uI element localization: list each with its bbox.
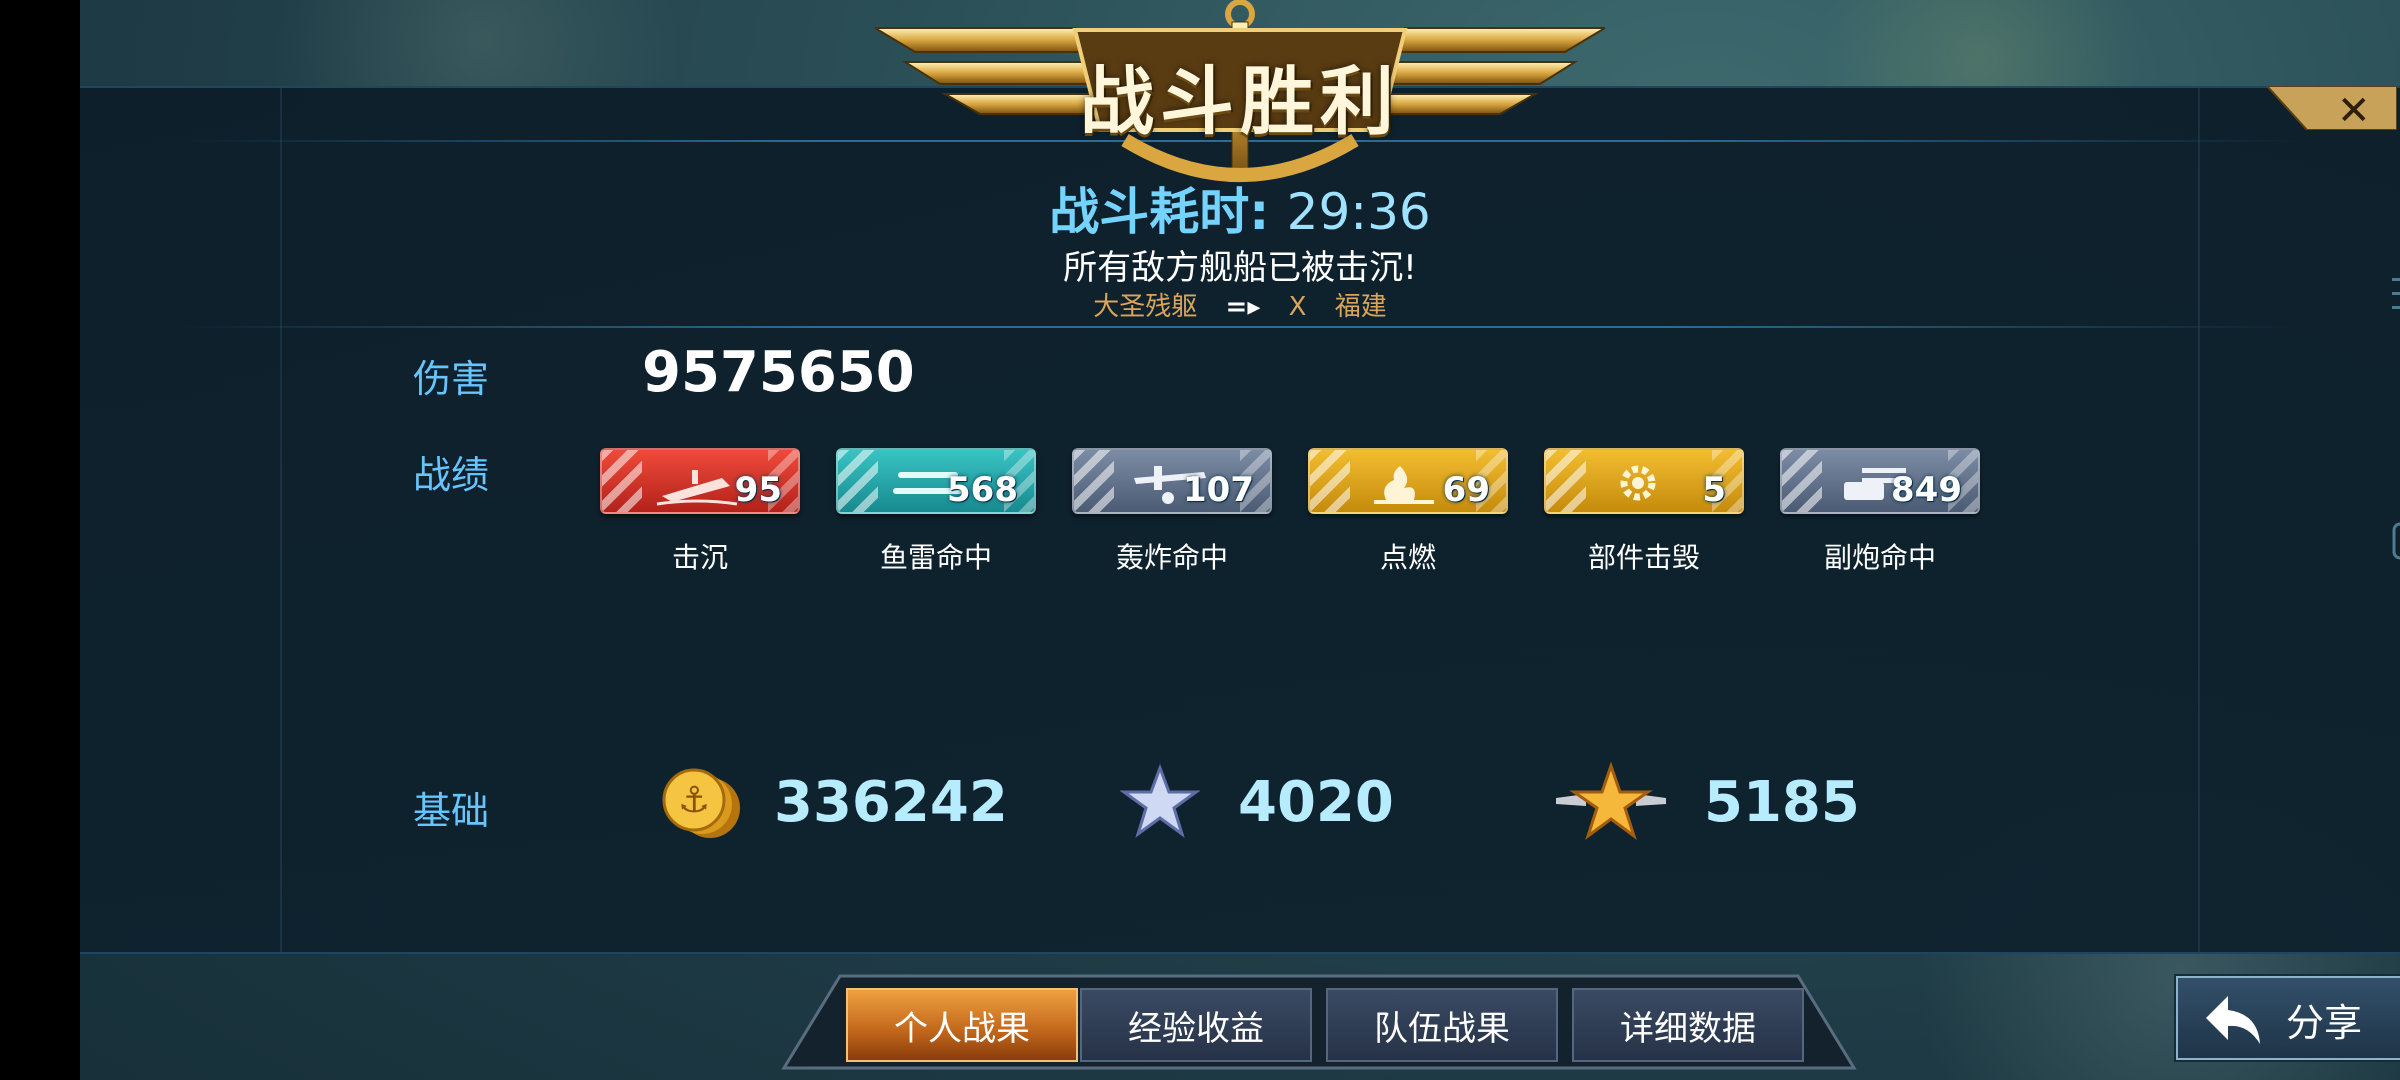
battle-time: 战斗耗时: 29:36 [80,172,2400,244]
stat-torpedo: 568 鱼雷命中 [836,448,1036,576]
tab-exp-gain[interactable]: 经验收益 [1080,988,1312,1062]
arrow-icon: =▸ [1225,292,1261,322]
stat-ignite: 69 点燃 [1308,448,1508,576]
tab-personal-result[interactable]: 个人战果 [846,988,1078,1062]
stat-caption: 击沉 [671,541,728,574]
all-sunk-message: 所有敌方舰船已被击沉! [1063,248,1417,288]
battle-time-label: 战斗耗时: [1049,183,1270,241]
record-label: 战绩 [413,453,490,497]
stat-caption: 部件击毁 [1587,541,1700,574]
stat-badge: 95 [600,448,800,514]
share-label: 分享 [2286,1001,2363,1045]
stat-badge: 568 [836,448,1036,514]
silver-star-icon [1120,763,1200,838]
stat-bomb: 107 轰炸命中 [1072,448,1272,576]
damage-label: 伤害 [413,357,490,401]
divider-mid [180,326,2300,328]
battle-time-value: 29:36 [1286,183,1431,241]
sinking-ship-icon [656,470,738,506]
victory-title: 战斗胜利 [1080,59,1400,145]
stat-caption: 点燃 [1379,541,1436,574]
menu-icon[interactable] [2390,274,2400,318]
stat-badge: 107 [1072,448,1272,514]
ship-from: 大圣残躯 [1093,292,1198,322]
stat-value: 849 [1891,470,1962,510]
gold-coin-icon: ⚓ [662,768,740,838]
ship-x: X [1288,292,1307,322]
game-scene: 战斗胜利 ✕ 战斗耗时: 29:36 所有敌方舰船已被击沉! 大圣残躯 =▸ X… [80,0,2400,1080]
stat-caption: 鱼雷命中 [879,541,992,574]
share-arrow-icon [2206,996,2260,1044]
ship-to: 福建 [1334,292,1387,322]
close-icon: ✕ [2337,88,2371,134]
stat-caption: 轰炸命中 [1115,541,1228,574]
close-tab-shape [2264,85,2398,131]
stat-badge: 69 [1308,448,1508,514]
stat-value: 5 [1702,470,1726,510]
back-arrow-icon[interactable] [2390,764,2400,812]
share-button[interactable]: 分享 [2176,976,2400,1060]
coin-value: 336242 [774,770,1008,835]
stat-part-destroy: 5 部件击毁 [1544,448,1744,576]
stat-sink: 95 击沉 [600,448,800,576]
gold-star-value: 5185 [1704,770,1860,835]
stat-value: 69 [1442,470,1490,510]
damage-value: 9575650 [642,340,915,405]
stat-caption: 副炮命中 [1823,541,1936,574]
victory-emblem: 战斗胜利 [871,0,1609,185]
silver-star-value: 4020 [1238,770,1394,835]
stat-secondary-gun: 849 副炮命中 [1780,448,1980,576]
fire-icon [1374,466,1434,504]
tab-team-result[interactable]: 队伍战果 [1326,988,1558,1062]
base-label: 基础 [413,789,490,833]
stat-value: 107 [1183,470,1254,510]
gear-icon [1620,465,1656,501]
stat-badge: 849 [1780,448,1980,514]
stat-value: 568 [947,470,1018,510]
stat-value: 95 [734,470,782,510]
ship-transfer-line: 大圣残躯 =▸ X 福建 [80,286,2400,323]
svg-text:⚓: ⚓ [678,780,710,821]
tab-detail-data[interactable]: 详细数据 [1572,988,1804,1062]
result-tabs: 个人战果 经验收益 队伍战果 详细数据 [780,972,1858,1072]
close-button[interactable]: ✕ [2264,85,2398,134]
gold-star-icon [1556,762,1666,840]
home-square-icon[interactable] [2390,520,2400,568]
stat-badge: 5 [1544,448,1744,514]
